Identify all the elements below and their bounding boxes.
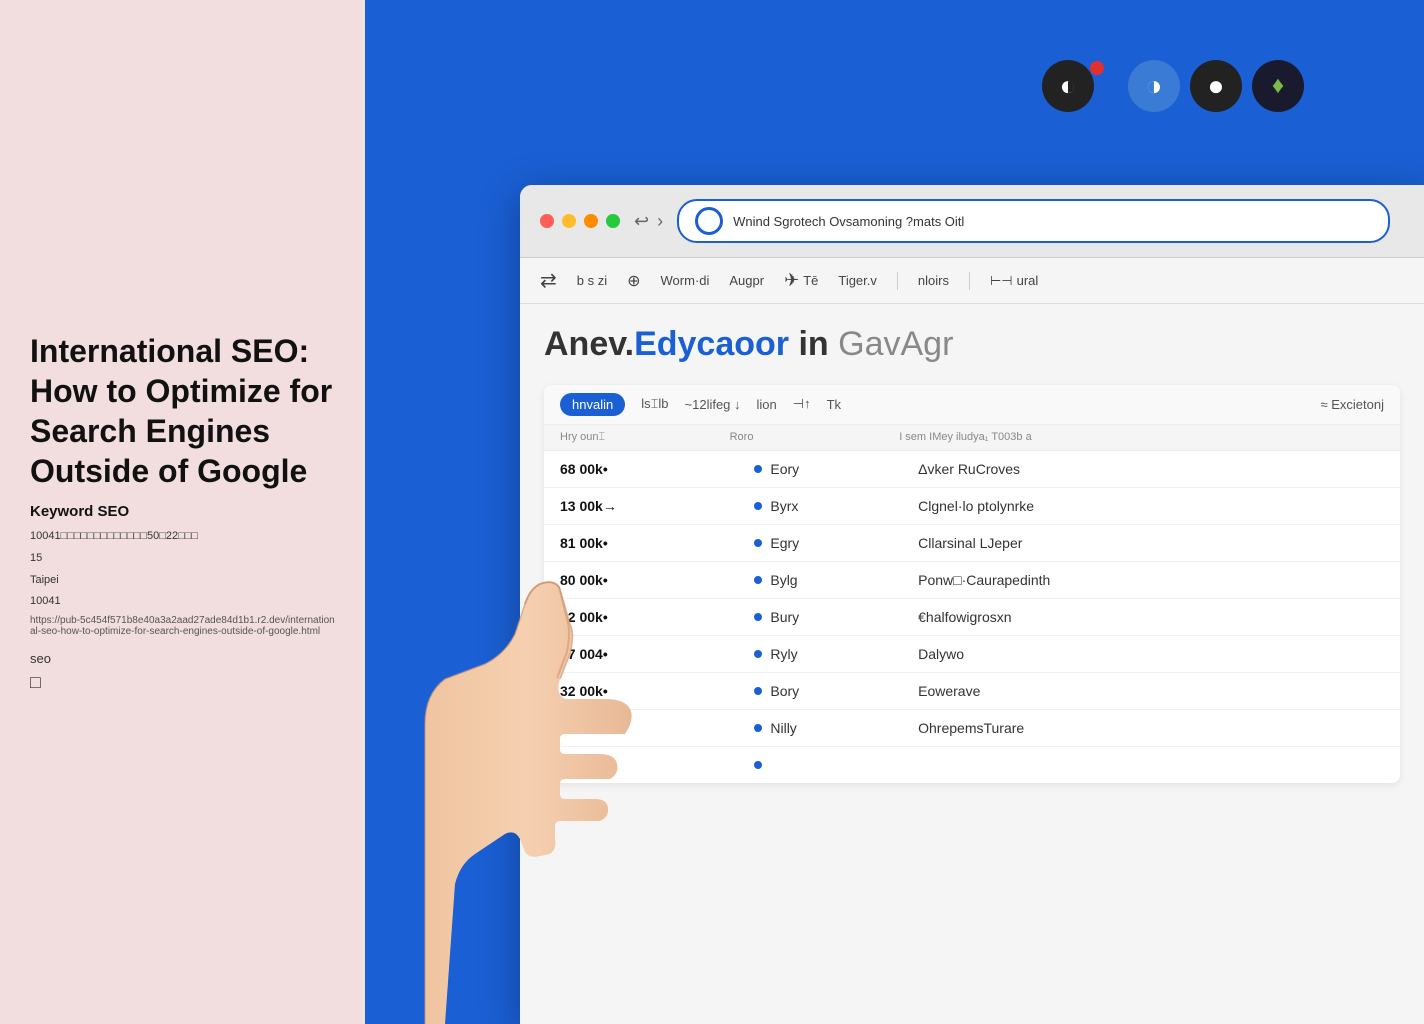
page-title: Anev.Edycaoor in GavAgr	[544, 324, 1400, 365]
traffic-lights	[540, 214, 620, 228]
toolbar-item-aural[interactable]: ⊢⊣ ural	[990, 273, 1038, 289]
cell-dot-3	[754, 576, 762, 584]
sidebar-tag: seo	[30, 651, 335, 666]
cell-name-2: Egry	[770, 535, 910, 551]
th-lion[interactable]: lion	[757, 397, 777, 412]
sidebar-icon: □	[30, 672, 335, 693]
toolbar-item-augpr[interactable]: Augpr	[729, 273, 764, 288]
toolbar-item-2[interactable]: ⊕	[627, 271, 640, 291]
table-row: 17 004• Ryly Dalywo	[544, 636, 1400, 673]
nav-forward-icon[interactable]: ›	[657, 211, 663, 232]
th-excietonj[interactable]: ≈ Excietonj	[1321, 397, 1385, 412]
toolbar-separator	[897, 272, 898, 290]
app-icon-2[interactable]: ◑	[1128, 60, 1180, 112]
toolbar-separator-2	[969, 272, 970, 290]
cell-dot-6	[754, 687, 762, 695]
cell-name-0: Eory	[770, 461, 910, 477]
cell-dot-5	[754, 650, 762, 658]
browser-toolbar: ⇄ b s zi ⊕ Worm·di Augpr ✈ Tē Tiger.v nl…	[520, 258, 1424, 304]
sidebar-url: https://pub-5c454f571b8e40a3a2aad27ade84…	[30, 615, 335, 637]
browser-window: ↩ › Wnind Sgrotech Ovsamoning ?mats Oitl…	[520, 185, 1424, 1024]
page-header: Anev.Edycaoor in GavAgr	[520, 304, 1424, 385]
cell-name-3: Bylg	[770, 572, 910, 588]
cell-desc-7: OhrepemsTurare	[918, 720, 1384, 736]
table-row: 80 00k• Bylg Ponw□·Caurapedinth	[544, 562, 1400, 599]
app-icon-3[interactable]: ●	[1190, 60, 1242, 112]
th-arrow[interactable]: ⊣↑	[793, 396, 811, 412]
traffic-light-yellow[interactable]	[562, 214, 576, 228]
cell-desc-0: Δvker RuCroves	[918, 461, 1384, 477]
cell-desc-5: Dalywo	[918, 646, 1384, 662]
toolbar-item-nloirs[interactable]: nloirs	[918, 273, 949, 288]
table-row: S0 00k• Nilly OhrepemsTurare	[544, 710, 1400, 747]
cell-desc-4: €halfowigrosxn	[918, 609, 1384, 625]
col-h-isem: I sem IMey iludya₁ T003b a	[899, 431, 1384, 443]
toolbar-item-te[interactable]: ✈ Tē	[784, 270, 818, 291]
browser-app-icons: ◐ ◑ ● ♦	[1042, 60, 1304, 112]
page-title-part4: GavAgr	[829, 325, 954, 363]
page-title-part3: in	[789, 325, 829, 363]
th-tk[interactable]: Tk	[827, 397, 841, 412]
sidebar: International SEO: How to Optimize for S…	[0, 0, 365, 1024]
cell-dot-1	[754, 502, 762, 510]
url-text: Wnind Sgrotech Ovsamoning ?mats Oitl	[733, 214, 964, 229]
table-row: 68 00k• Eory Δvker RuCroves	[544, 451, 1400, 488]
sidebar-meta-line1: 10041□□□□□□□□□□□□□50□22□□□	[30, 528, 335, 546]
table-col-headers: Hry oun⌶ Roro I sem IMey iludya₁ T003b a	[544, 425, 1400, 451]
sidebar-keyword: Keyword SEO	[30, 503, 335, 520]
cell-dot-4	[754, 613, 762, 621]
cell-name-6: Bory	[770, 683, 910, 699]
sidebar-title: International SEO: How to Optimize for S…	[30, 331, 335, 491]
app-icon-4[interactable]: ♦	[1252, 60, 1304, 112]
cell-dot-7	[754, 724, 762, 732]
table-row: 81 00k• Egry Cllarsinal LJeper	[544, 525, 1400, 562]
sidebar-meta-line3: Taipei	[30, 572, 335, 590]
url-circle-icon	[695, 207, 723, 235]
table-row: 32 00k• Bury €halfowigrosxn	[544, 599, 1400, 636]
th-12lifeg[interactable]: ~12lifeg ↓	[685, 397, 741, 412]
cell-desc-3: Ponw□·Caurapedinth	[918, 572, 1384, 588]
toolbar-item-tiger[interactable]: Tiger.v	[838, 273, 877, 288]
table-row: 8F 00k•	[544, 747, 1400, 783]
toolbar-item-worm[interactable]: Worm·di	[661, 273, 710, 288]
cell-dot-8	[754, 761, 762, 769]
toolbar-item-0[interactable]: ⇄	[540, 268, 557, 293]
main-area: ◐ ◑ ● ♦ ↩ › Wnind Sgrotech Ovsamoning ?m…	[365, 0, 1424, 1024]
hand-svg	[385, 424, 645, 1024]
browser-nav: ↩ ›	[634, 211, 663, 232]
sidebar-meta-line2: 15	[30, 550, 335, 568]
th-lstlb[interactable]: ls⌶lb	[641, 396, 668, 412]
cell-name-1: Byrx	[770, 498, 910, 514]
cell-desc-6: Eowerave	[918, 683, 1384, 699]
traffic-light-orange[interactable]	[584, 214, 598, 228]
cell-name-7: Nilly	[770, 720, 910, 736]
cell-dot-2	[754, 539, 762, 547]
table-row: 13 00k→ Byrx Clgnel·lo ptolynrke	[544, 488, 1400, 525]
cell-name-5: Ryly	[770, 646, 910, 662]
hand-overlay	[385, 424, 645, 1024]
app-icon-1[interactable]: ◐	[1042, 60, 1094, 112]
toolbar-item-1[interactable]: b s zi	[577, 273, 607, 288]
page-title-part1: Anev.	[544, 325, 634, 363]
sidebar-meta-line4: 10041	[30, 593, 335, 611]
browser-chrome: ↩ › Wnind Sgrotech Ovsamoning ?mats Oitl	[520, 185, 1424, 258]
url-bar[interactable]: Wnind Sgrotech Ovsamoning ?mats Oitl	[677, 199, 1390, 243]
cell-desc-2: Cllarsinal LJeper	[918, 535, 1384, 551]
th-hnvalin[interactable]: hnvalin	[560, 393, 625, 416]
data-table: hnvalin ls⌶lb ~12lifeg ↓ lion ⊣↑ Tk ≈ Ex…	[544, 385, 1400, 783]
nav-back-icon[interactable]: ↩	[634, 211, 649, 232]
cell-desc-1: Clgnel·lo ptolynrke	[918, 498, 1384, 514]
traffic-light-red[interactable]	[540, 214, 554, 228]
cell-dot-0	[754, 465, 762, 473]
traffic-light-green[interactable]	[606, 214, 620, 228]
col-h-roro: Roro	[730, 431, 892, 443]
cell-name-4: Bury	[770, 609, 910, 625]
table-header-row: hnvalin ls⌶lb ~12lifeg ↓ lion ⊣↑ Tk ≈ Ex…	[544, 385, 1400, 425]
page-title-part2: Edycaoor	[634, 325, 789, 363]
table-row: 32 00k• Bory Eowerave	[544, 673, 1400, 710]
notification-dot	[1090, 61, 1104, 75]
